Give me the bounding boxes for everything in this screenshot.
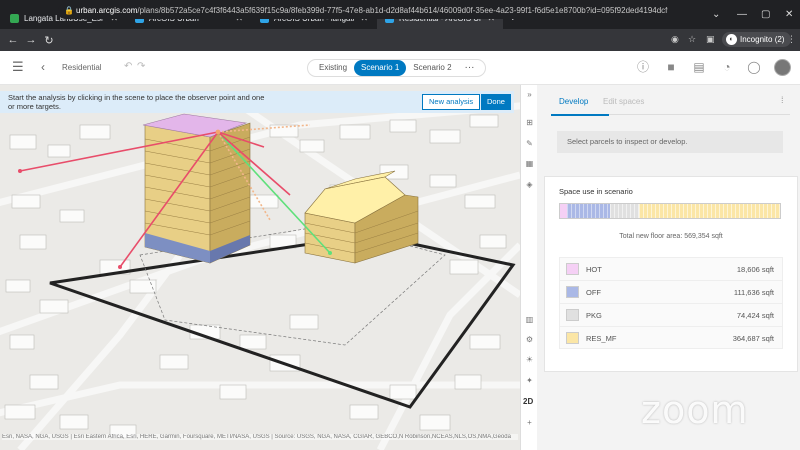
kebab-menu-icon[interactable]: ⋮ [787,34,796,45]
settings-gear-icon[interactable]: ⚙ [524,335,535,344]
map-tool-strip: » ⊞ ✎ ▦ ◈ ▥ ⚙ ☀ ✦ 2D + [520,85,537,450]
legend-name: HOT [586,265,602,274]
incognito-profile-badge[interactable]: ◐ Incognito (2) [722,32,792,47]
stacked-bar-segment [567,204,611,218]
legend-row-res-mf: RES_MF 364,687 sqft [559,326,783,349]
view-mode-toggle[interactable]: 2D [523,397,533,406]
legend-swatch [566,263,579,275]
forward-arrow-icon[interactable]: → [22,34,40,46]
done-button[interactable]: Done [481,94,511,110]
select-parcels-prompt: Select parcels to inspect or develop. [557,131,783,153]
legend-swatch [566,309,579,321]
total-floor-area: Total new floor area: 569,354 sqft [619,233,723,240]
legend-swatch [566,286,579,298]
new-analysis-button[interactable]: New analysis [422,94,481,110]
legend-swatch [566,332,579,344]
active-tab-indicator [551,114,609,116]
expand-panel-icon[interactable]: » [524,90,535,99]
lock-icon: 🔒 [64,6,74,15]
scenario-switcher: Existing Scenario 1 Scenario 2 ··· [307,59,486,77]
notice-text: Start the analysis by clicking in the sc… [8,93,265,111]
legend-row-off: OFF 111,636 sqft [559,280,783,303]
legend-name: RES_MF [586,334,617,343]
space-use-legend: HOT 18,606 sqft OFF 111,636 sqft PKG 74,… [559,257,783,349]
reload-icon[interactable]: ↻ [40,34,58,47]
space-use-card: Space use in scenario Total new floor ar… [544,176,798,372]
stacked-bar-segment [610,204,640,218]
incognito-icon: ◐ [726,34,737,45]
space-use-stacked-bar [559,203,781,219]
table-icon[interactable]: ▤ [692,60,706,74]
url-field[interactable]: 🔒 urban.arcgis.com/plans/8b572a5ce7c4f3f6… [58,3,668,19]
undo-icon[interactable]: ↶ [124,60,132,74]
sketch-icon[interactable]: ✎ [524,139,535,148]
dashboard-icon[interactable]: ◔ [720,60,734,74]
tab-edit-spaces[interactable]: Edit spaces [603,97,644,106]
viewshed-icon[interactable]: ◈ [524,180,535,189]
measure-icon[interactable]: ⊞ [524,118,535,127]
tab-search-chevron-icon[interactable]: ⌄ [712,9,720,20]
stacked-bar-segment [560,204,568,218]
tab-scenario-2[interactable]: Scenario 2 [406,60,458,76]
more-options-icon[interactable]: ··· [459,60,481,76]
comment-icon[interactable]: ◯ [747,60,761,74]
daylight-icon[interactable]: ☀ [524,355,535,364]
compass-icon[interactable]: ✦ [524,376,535,385]
tab-existing[interactable]: Existing [312,60,354,76]
scene-canvas[interactable] [0,85,520,450]
zoom-in-icon[interactable]: + [524,418,535,427]
maximize-icon[interactable]: ▢ [761,9,770,20]
minimize-icon[interactable]: — [737,9,747,20]
legend-name: PKG [586,311,602,320]
tab-scenario-1[interactable]: Scenario 1 [354,60,407,76]
url-path: /plans/8b572a5ce7c4f3f6443a5f639f15c9a/8… [137,6,668,15]
legend-value: 111,636 sqft [733,288,774,297]
avatar[interactable] [774,59,791,76]
map-scene[interactable]: Start the analysis by clicking in the sc… [0,85,520,450]
legend-row-pkg: PKG 74,424 sqft [559,303,783,326]
eye-off-icon[interactable]: ◉ [671,34,679,45]
panel-tabs: Develop Edit spaces [551,93,790,116]
address-bar-row: ← → ↻ [0,29,800,51]
map-attribution: Esri, NASA, NGA, USGS | Esri Eastern Afr… [2,434,518,440]
back-arrow-icon[interactable]: ← [4,34,22,46]
side-panel-icon[interactable]: ▣ [706,34,715,45]
breadcrumb[interactable]: Residential [62,63,102,72]
close-window-icon[interactable]: ✕ [785,9,793,20]
legend-value: 74,424 sqft [736,311,774,320]
info-icon[interactable]: ⓘ [636,60,650,74]
redo-icon[interactable]: ↷ [137,60,145,74]
legend-row-hot: HOT 18,606 sqft [559,257,783,280]
stacked-bar-segment [639,204,780,218]
layer-list-icon[interactable]: ▥ [524,315,535,324]
tab-develop[interactable]: Develop [559,97,588,106]
hamburger-menu-icon[interactable]: ☰ [12,60,24,74]
chevron-left-icon[interactable]: ‹ [41,60,45,74]
app-toolbar: ☰ ‹ Residential ↶ ↷ Existing Scenario 1 … [0,51,800,85]
star-icon[interactable]: ☆ [688,34,696,45]
zoom-watermark: zoom [641,388,749,432]
legend-value: 364,687 sqft [732,334,774,343]
tab-favicon-icon [10,14,19,23]
profile-label: Incognito (2) [740,35,785,44]
shadow-icon[interactable]: ▦ [524,159,535,168]
url-host: urban.arcgis.com [76,6,138,15]
legend-value: 18,606 sqft [736,265,774,274]
legend-name: OFF [586,288,601,297]
analysis-notice: Start the analysis by clicking in the sc… [0,91,514,113]
collapse-panel-icon[interactable]: ⁞ [781,95,784,105]
space-use-title: Space use in scenario [559,187,633,196]
layers-icon[interactable]: ■ [664,60,678,74]
